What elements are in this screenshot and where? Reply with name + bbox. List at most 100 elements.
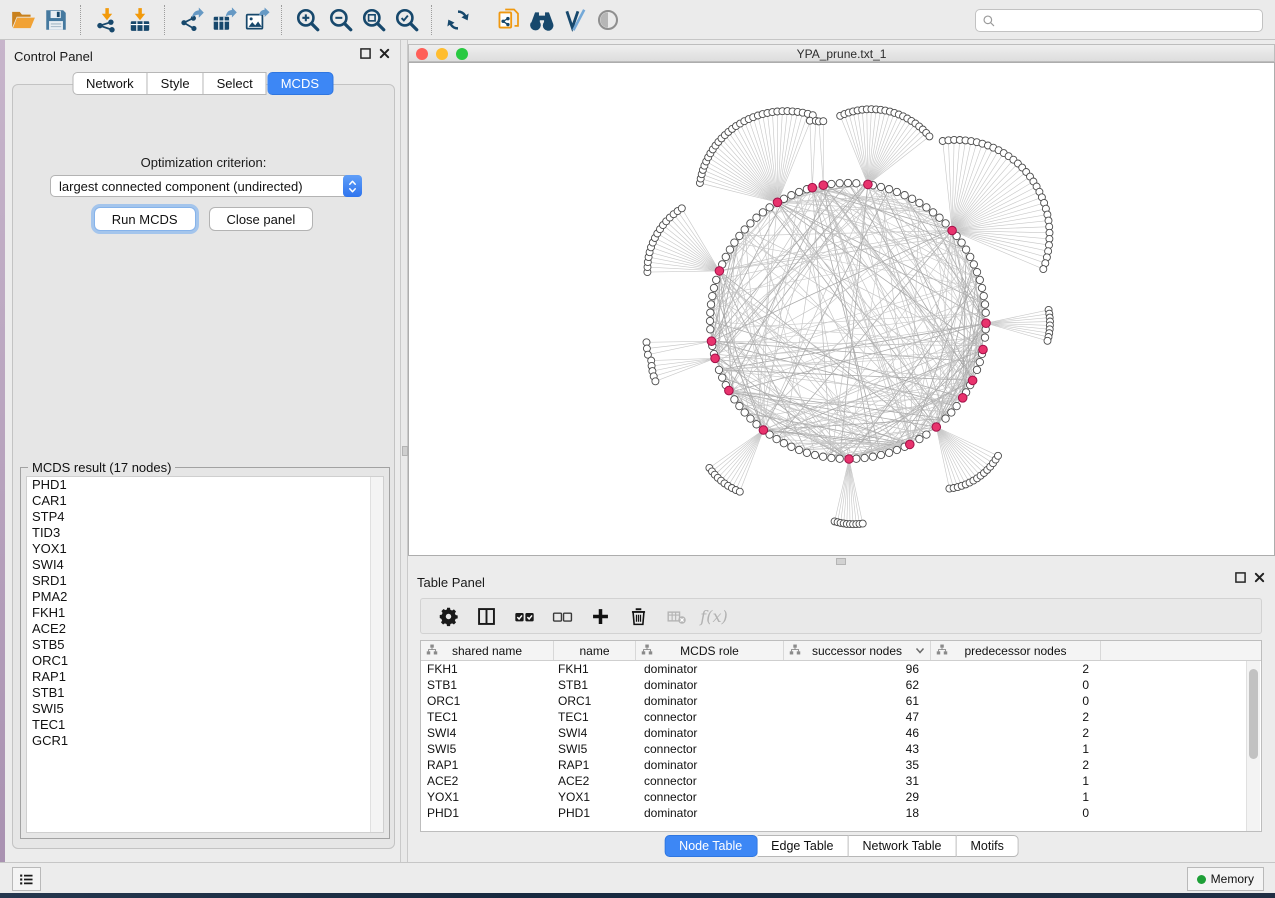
cytoscape-app-window: Control Panel NetworkStyleSelectMCDS Opt…: [0, 0, 1275, 898]
tab-style[interactable]: Style: [148, 72, 204, 95]
table-row[interactable]: RAP1RAP1dominator352: [421, 757, 1261, 773]
network-canvas[interactable]: [408, 62, 1275, 556]
import-table-button[interactable]: [123, 3, 156, 36]
float-panel-icon[interactable]: [360, 48, 371, 59]
column-header-shared-name[interactable]: shared name: [421, 641, 554, 660]
cell-name: PHD1: [554, 806, 636, 820]
mcds-result-item[interactable]: RAP1: [27, 669, 383, 685]
delete-column-icon: [628, 606, 649, 627]
column-header-MCDS-role[interactable]: MCDS role: [636, 641, 784, 660]
export-table-button[interactable]: [207, 3, 240, 36]
save-session-button[interactable]: [39, 3, 72, 36]
tab-motifs[interactable]: Motifs: [956, 835, 1018, 857]
table-row[interactable]: STB1STB1dominator620: [421, 677, 1261, 693]
delete-table-icon: [666, 606, 687, 627]
vertical-splitter[interactable]: [400, 40, 408, 862]
table-row[interactable]: FKH1FKH1dominator962: [421, 661, 1261, 677]
deselect-all-rows-button[interactable]: [543, 601, 581, 631]
mcds-result-item[interactable]: GCR1: [27, 733, 383, 749]
close-panel-icon[interactable]: [379, 48, 390, 59]
table-row[interactable]: YOX1YOX1connector291: [421, 789, 1261, 805]
mcds-result-item[interactable]: FKH1: [27, 605, 383, 621]
open-session-button[interactable]: [6, 3, 39, 36]
hide-graphics-details-button[interactable]: [558, 3, 591, 36]
tab-network[interactable]: Network: [72, 72, 148, 95]
mcds-result-item[interactable]: STB1: [27, 685, 383, 701]
column-visibility-button[interactable]: [467, 601, 505, 631]
float-table-panel-icon[interactable]: [1235, 572, 1246, 583]
tab-select[interactable]: Select: [204, 72, 267, 95]
tab-edge-table[interactable]: Edge Table: [757, 835, 848, 857]
zoom-out-button[interactable]: [324, 3, 357, 36]
add-column-button[interactable]: [581, 601, 619, 631]
cell-name: SWI4: [554, 726, 636, 740]
mcds-result-item[interactable]: SWI5: [27, 701, 383, 717]
table-row[interactable]: ACE2ACE2connector311: [421, 773, 1261, 789]
cell-name: ACE2: [554, 774, 636, 788]
cell-successor-nodes: 96: [784, 662, 931, 676]
mcds-result-item[interactable]: PHD1: [27, 477, 383, 493]
cell-successor-nodes: 35: [784, 758, 931, 772]
network-clone-button[interactable]: [492, 3, 525, 36]
zoom-in-button[interactable]: [291, 3, 324, 36]
horizontal-splitter-grip[interactable]: [836, 558, 846, 565]
column-header-filler: [1101, 641, 1261, 660]
table-row[interactable]: ORC1ORC1dominator610: [421, 693, 1261, 709]
mcds-result-item[interactable]: TEC1: [27, 717, 383, 733]
column-header-predecessor-nodes[interactable]: predecessor nodes: [931, 641, 1101, 660]
mcds-list-scrollbar[interactable]: [370, 477, 383, 832]
table-row[interactable]: SWI4SWI4dominator462: [421, 725, 1261, 741]
network-window-titlebar[interactable]: YPA_prune.txt_1: [408, 44, 1275, 62]
mcds-result-item[interactable]: SRD1: [27, 573, 383, 589]
table-row[interactable]: TEC1TEC1connector472: [421, 709, 1261, 725]
mcds-result-group: MCDS result (17 nodes) PHD1CAR1STP4TID3Y…: [20, 467, 390, 839]
cell-MCDS-role: dominator: [636, 758, 784, 772]
tab-network-table[interactable]: Network Table: [849, 835, 957, 857]
select-all-rows-button[interactable]: [505, 601, 543, 631]
show-graphics-details-button[interactable]: [591, 3, 624, 36]
column-header-label: successor nodes: [812, 644, 902, 658]
toolbar-separator: [281, 5, 283, 35]
binoculars-button[interactable]: [525, 3, 558, 36]
column-header-name[interactable]: name: [554, 641, 636, 660]
mcds-result-item[interactable]: ORC1: [27, 653, 383, 669]
table-scrollbar-thumb[interactable]: [1249, 669, 1258, 759]
tab-node-table[interactable]: Node Table: [664, 835, 757, 857]
search-box[interactable]: [975, 9, 1263, 32]
table-settings-gear-button[interactable]: [429, 601, 467, 631]
mcds-result-item[interactable]: STP4: [27, 509, 383, 525]
import-network-button[interactable]: [90, 3, 123, 36]
export-network-button[interactable]: [174, 3, 207, 36]
table-row[interactable]: SWI5SWI5connector431: [421, 741, 1261, 757]
search-input[interactable]: [1000, 13, 1262, 29]
mcds-result-list[interactable]: PHD1CAR1STP4TID3YOX1SWI4SRD1PMA2FKH1ACE2…: [26, 476, 384, 833]
mcds-result-item[interactable]: SWI4: [27, 557, 383, 573]
select-all-rows-icon: [514, 606, 535, 627]
hide-graphics-details-icon: [562, 7, 588, 33]
mcds-result-item[interactable]: ACE2: [27, 621, 383, 637]
mcds-result-item[interactable]: TID3: [27, 525, 383, 541]
mcds-result-item[interactable]: CAR1: [27, 493, 383, 509]
table-scrollbar[interactable]: [1246, 661, 1260, 831]
horizontal-splitter[interactable]: [408, 556, 1275, 566]
close-table-panel-icon[interactable]: [1254, 572, 1265, 583]
tab-mcds[interactable]: MCDS: [268, 72, 333, 95]
zoom-fit-button[interactable]: [357, 3, 390, 36]
table-row[interactable]: PHD1PHD1dominator180: [421, 805, 1261, 821]
mcds-result-item[interactable]: STB5: [27, 637, 383, 653]
export-image-button[interactable]: [240, 3, 273, 36]
control-panel-title: Control Panel: [14, 49, 93, 64]
zoom-selected-button[interactable]: [390, 3, 423, 36]
column-header-successor-nodes[interactable]: successor nodes: [784, 641, 931, 660]
optimization-criterion-select[interactable]: largest connected component (undirected): [50, 175, 362, 197]
task-history-button[interactable]: [12, 867, 41, 891]
close-panel-button[interactable]: Close panel: [209, 207, 314, 231]
run-mcds-button[interactable]: Run MCDS: [94, 207, 196, 231]
delete-column-button[interactable]: [619, 601, 657, 631]
refresh-button[interactable]: [441, 3, 474, 36]
memory-button[interactable]: Memory: [1187, 867, 1264, 891]
mcds-result-item[interactable]: PMA2: [27, 589, 383, 605]
cell-MCDS-role: dominator: [636, 662, 784, 676]
column-header-label: predecessor nodes: [964, 644, 1066, 658]
mcds-result-item[interactable]: YOX1: [27, 541, 383, 557]
